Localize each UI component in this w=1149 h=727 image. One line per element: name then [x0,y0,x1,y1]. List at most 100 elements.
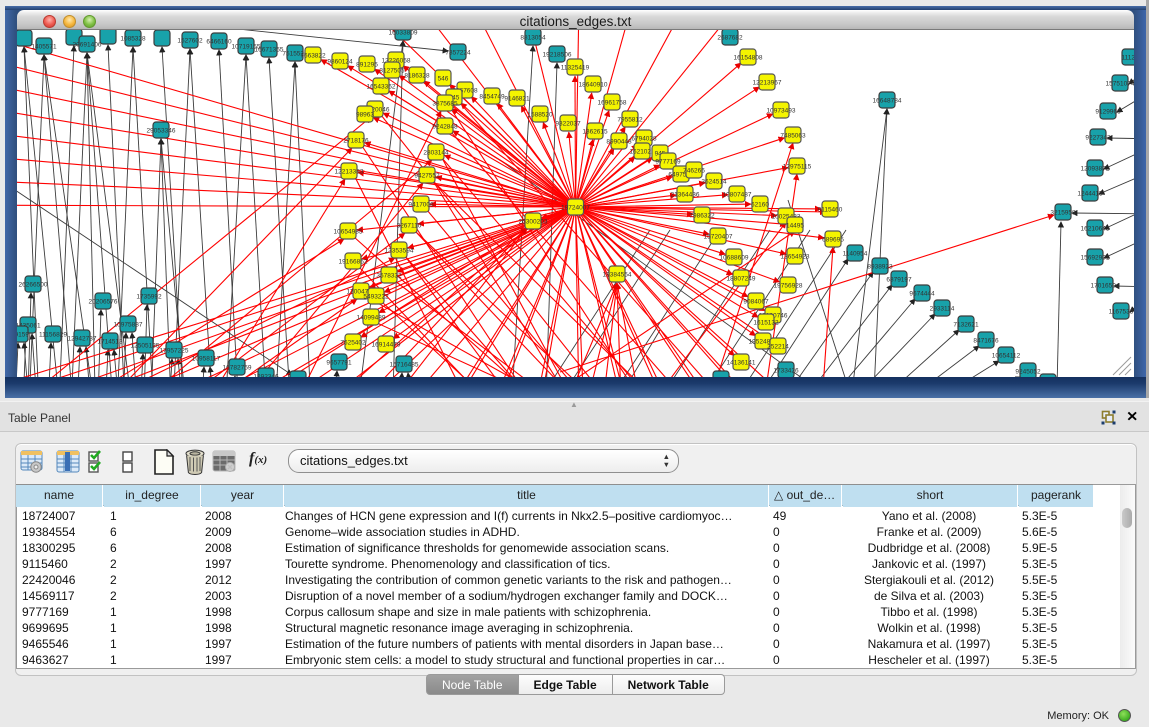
svg-text:14495: 14495 [786,223,804,230]
svg-text:10958117: 10958117 [192,356,221,363]
svg-text:1292346: 1292346 [253,374,279,377]
svg-text:16154808: 16154808 [734,55,763,62]
svg-text:7663822: 7663822 [300,53,326,60]
svg-text:5493222: 5493222 [363,294,389,301]
svg-text:2687682: 2687682 [717,35,743,42]
svg-text:10654112: 10654112 [992,353,1021,360]
svg-text:62160: 62160 [751,202,769,209]
svg-text:9322037: 9322037 [555,121,581,128]
svg-text:12093872: 12093872 [1081,166,1110,173]
svg-text:10975887: 10975887 [114,322,143,329]
svg-text:7625402: 7625402 [340,340,366,347]
svg-text:29053346: 29053346 [147,128,176,135]
svg-text:17957225: 17957225 [160,348,189,355]
svg-text:689695: 689695 [822,237,844,244]
svg-text:10688609: 10688609 [720,255,749,262]
svg-text:8990448: 8990448 [606,139,632,146]
svg-text:10973493: 10973493 [767,108,796,115]
svg-text:11124: 11124 [1121,55,1134,62]
svg-text:16543362: 16543362 [367,84,396,91]
svg-text:1085328: 1085328 [120,36,146,43]
svg-text:10654985: 10654985 [334,229,363,236]
svg-text:12975115: 12975115 [783,164,812,171]
svg-text:3267110: 3267110 [397,223,422,230]
svg-text:8813054: 8813054 [520,35,546,42]
svg-text:21364436: 21364436 [671,192,700,199]
svg-text:14136141: 14136141 [727,360,756,367]
svg-text:1615132: 1615132 [753,320,779,327]
svg-text:15751074: 15751074 [1106,81,1134,88]
svg-text:17016504: 17016504 [1091,283,1120,290]
svg-text:18807249: 18807249 [727,276,756,283]
svg-text:16033809: 16033809 [389,30,418,37]
svg-text:26266500: 26266500 [19,282,48,289]
svg-text:8938923: 8938923 [867,264,893,271]
svg-text:7485063: 7485063 [780,133,806,140]
svg-text:98963: 98963 [356,112,374,119]
svg-text:12213383: 12213383 [335,169,364,176]
svg-text:8186328: 8186328 [404,73,430,80]
svg-text:18724007: 18724007 [561,205,590,212]
svg-text:9146821: 9146821 [504,96,530,103]
svg-text:12942737: 12942737 [68,336,97,343]
svg-text:15692901: 15692901 [1081,255,1110,262]
svg-text:546: 546 [438,76,449,83]
svg-text:12213967: 12213967 [753,80,782,87]
svg-text:9860124: 9860124 [327,59,353,66]
svg-text:1405571: 1405571 [31,44,57,51]
svg-text:9245052: 9245052 [1015,369,1041,376]
svg-text:9242848: 9242848 [432,124,458,131]
svg-text:16671355: 16671355 [255,47,284,54]
svg-text:15716485: 15716485 [390,362,419,369]
svg-text:9674444: 9674444 [909,291,935,298]
svg-text:7132621: 7132621 [953,322,979,329]
svg-text:3127505: 3127505 [379,68,405,75]
svg-text:15720407: 15720407 [704,234,733,241]
svg-text:11156829: 11156829 [39,332,67,339]
svg-text:11325419: 11325419 [561,65,590,72]
svg-text:16648784: 16648784 [873,98,902,105]
svg-text:3875685: 3875685 [432,101,458,108]
svg-text:9427552: 9427552 [414,173,440,180]
svg-text:7357224: 7357224 [445,50,471,57]
svg-text:1527602: 1527602 [177,38,203,45]
svg-text:9417006: 9417006 [408,202,434,209]
svg-text:16782759: 16782759 [223,365,252,372]
svg-text:2933114: 2933114 [930,306,955,313]
svg-text:891295: 891295 [356,62,378,69]
svg-text:1140954: 1140954 [843,251,868,258]
svg-text:746266: 746266 [683,168,705,175]
svg-text:1362615: 1362615 [582,129,608,136]
svg-text:14099489: 14099489 [357,315,386,322]
svg-text:2803144: 2803144 [423,150,449,157]
svg-text:19218506: 19218506 [543,52,572,59]
svg-text:7986322: 7986322 [689,213,715,220]
svg-text:12505135: 12505135 [131,343,160,350]
svg-text:39159: 39159 [17,332,29,339]
svg-text:1621022: 1621022 [629,149,655,156]
svg-text:9084067: 9084067 [743,299,769,306]
svg-text:13654923: 13654923 [781,254,810,261]
svg-text:2718176: 2718176 [343,138,369,145]
svg-text:16914479: 16914479 [372,342,401,349]
svg-text:16210643: 16210643 [1081,226,1110,233]
svg-text:3215958: 3215958 [1050,210,1076,217]
svg-text:1714513: 1714513 [97,339,123,346]
svg-text:1588520: 1588520 [527,112,553,119]
svg-text:1167533: 1167533 [1109,309,1134,316]
svg-text:10807487: 10807487 [723,192,752,199]
svg-text:13353594: 13353594 [385,248,414,255]
svg-text:1735992: 1735992 [136,294,162,301]
svg-text:20691406: 20691406 [73,42,102,49]
svg-text:8471676: 8471676 [973,338,999,345]
svg-text:3624514: 3624514 [701,179,727,186]
svg-text:25300203: 25300203 [519,219,548,226]
svg-text:19166862: 19166862 [339,259,368,266]
svg-text:7955812: 7955812 [617,117,643,124]
svg-text:19384554: 19384554 [603,272,632,279]
svg-text:9657791: 9657791 [326,360,352,367]
svg-text:9129966: 9129966 [1095,109,1121,116]
svg-text:8454749: 8454749 [479,94,505,101]
svg-text:1733426: 1733426 [773,368,799,375]
svg-text:6879197: 6879197 [886,277,912,284]
